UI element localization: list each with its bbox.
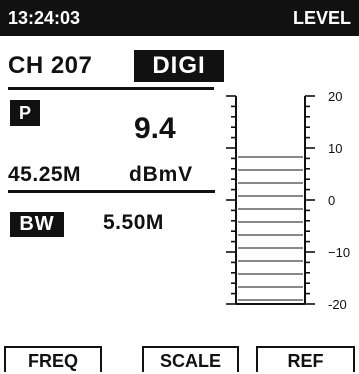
meter-scale-label: 0 (328, 193, 335, 208)
power-badge: P (10, 100, 40, 126)
meter-scale-label: 10 (328, 141, 342, 156)
channel-underline (8, 87, 214, 90)
separator-line (8, 190, 215, 193)
meter-scale-label: -20 (328, 297, 347, 312)
power-level-value: 9.4 (134, 112, 176, 145)
freq-softkey[interactable]: FREQ (4, 346, 102, 372)
bandwidth-badge: BW (10, 212, 64, 237)
meter-scale-label: 20 (328, 89, 342, 104)
level-unit: dBmV (129, 163, 193, 186)
bandwidth-value: 5.50M (103, 211, 164, 234)
mode-title: LEVEL (292, 8, 351, 28)
meter-scale-label: −10 (328, 245, 350, 260)
scale-softkey[interactable]: SCALE (142, 346, 239, 372)
clock-time: 13:24:03 (8, 8, 81, 28)
status-header: 13:24:03 LEVEL (0, 0, 359, 36)
frequency-value: 45.25M (8, 163, 82, 186)
softkey-bar: FREQ SCALE REF (0, 346, 359, 374)
channel-mode-badge: DIGI (134, 50, 224, 82)
ref-softkey[interactable]: REF (256, 346, 355, 372)
channel-label: CH 207 (8, 52, 93, 79)
